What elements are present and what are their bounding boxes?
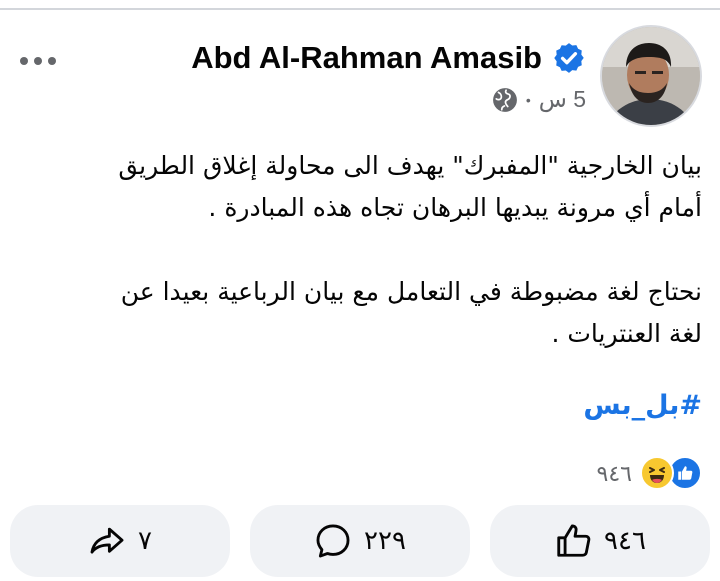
verified-icon [554,43,584,73]
comment-count: ٢٢٩ [364,526,406,556]
share-count: ٧ [138,526,152,556]
post-text-line: نحتاج لغة مضبوطة في التعامل مع بيان الرب… [120,277,702,306]
like-button[interactable]: ٩٤٦ [490,505,710,577]
hashtag-link[interactable]: #بل_بس [24,385,702,427]
avatar[interactable] [600,25,702,127]
author-name[interactable]: Abd Al-Rahman Amasib [191,40,542,76]
post-meta: • 5 س [492,86,586,113]
share-button[interactable]: ٧ [10,505,230,577]
comment-button[interactable]: ٢٢٩ [250,505,470,577]
post-text-line: لغة العنتريات . [551,319,702,348]
globe-icon [492,87,517,112]
more-icon-dot [34,57,42,65]
author-row: Abd Al-Rahman Amasib [191,40,586,76]
more-options-button[interactable] [20,50,64,72]
post-text-line: بيان الخارجية "المفبرك" يهدف الى محاولة … [118,151,702,180]
post-text: بيان الخارجية "المفبرك" يهدف الى محاولة … [24,145,702,427]
haha-icon [640,456,674,490]
more-icon [20,57,28,65]
reactions-summary[interactable]: ٩٤٦ [597,456,702,492]
share-icon [90,527,124,554]
post-text-line: أمام أي مرونة يبديها البرهان تجاه هذه ال… [208,193,702,222]
more-icon-dot [48,57,56,65]
reaction-icons [638,456,702,492]
reaction-count: ٩٤٦ [596,461,632,487]
comment-icon [316,524,350,558]
like-count: ٩٤٦ [604,526,646,556]
post-timestamp[interactable]: 5 س [539,86,586,113]
top-divider [0,8,720,10]
like-icon [557,524,591,557]
avatar-photo [602,27,700,125]
meta-separator: • [525,91,531,108]
